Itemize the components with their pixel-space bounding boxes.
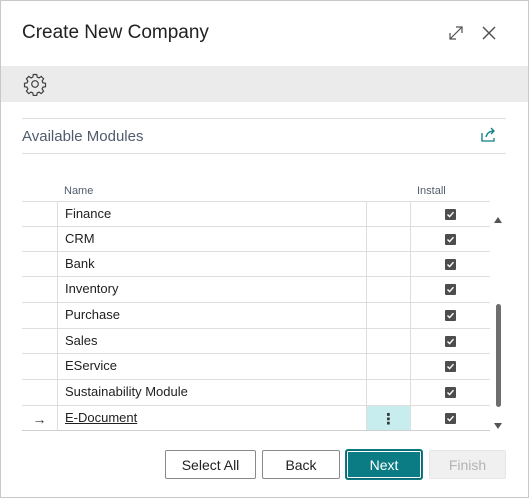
table-row[interactable]: Sustainability Module [22, 379, 490, 405]
finish-button[interactable]: Finish [429, 450, 506, 479]
select-all-button[interactable]: Select All [165, 450, 256, 479]
scrollbar-thumb[interactable] [496, 304, 501, 407]
row-marker [22, 202, 58, 227]
back-button[interactable]: Back [262, 450, 340, 479]
modules-grid: Finance CRM Bank Inventory Purchase Sale… [22, 201, 490, 431]
section-divider-bottom [22, 153, 506, 154]
module-name-cell[interactable]: Purchase [58, 303, 367, 328]
table-row[interactable]: Sales [22, 328, 490, 354]
row-menu-cell[interactable] [367, 202, 411, 227]
row-marker [22, 380, 58, 405]
install-cell[interactable] [411, 406, 490, 430]
install-checkbox[interactable] [445, 234, 456, 245]
module-name-cell[interactable]: E-Document [58, 406, 367, 430]
table-row[interactable]: EService [22, 353, 490, 379]
column-header-name[interactable]: Name [64, 185, 93, 197]
row-marker [22, 277, 58, 302]
install-cell[interactable] [411, 202, 490, 227]
table-row[interactable]: Finance [22, 201, 490, 227]
module-name-cell[interactable]: CRM [58, 227, 367, 252]
install-cell[interactable] [411, 354, 490, 379]
row-marker [22, 303, 58, 328]
module-name-cell[interactable]: Sales [58, 329, 367, 354]
module-name-cell[interactable]: Bank [58, 252, 367, 277]
section-divider-top [22, 118, 506, 119]
install-checkbox[interactable] [445, 284, 456, 295]
next-button[interactable]: Next [346, 450, 422, 479]
install-checkbox[interactable] [445, 361, 456, 372]
dialog-title: Create New Company [22, 22, 209, 43]
module-name: Sales [65, 333, 98, 348]
close-icon[interactable] [477, 21, 501, 45]
current-row-arrow-icon: → [22, 406, 58, 430]
row-menu-cell[interactable] [367, 329, 411, 354]
row-menu-cell[interactable] [367, 227, 411, 252]
module-name: CRM [65, 231, 95, 246]
action-bar [1, 66, 528, 102]
create-company-dialog: Create New Company Available Modules Nam… [0, 0, 529, 498]
install-cell[interactable] [411, 303, 490, 328]
table-row[interactable]: CRM [22, 226, 490, 252]
module-name-cell[interactable]: Finance [58, 202, 367, 227]
table-row[interactable]: Bank [22, 251, 490, 277]
module-name: Inventory [65, 281, 119, 296]
install-checkbox[interactable] [445, 413, 456, 424]
install-cell[interactable] [411, 277, 490, 302]
row-marker [22, 329, 58, 354]
row-menu-cell[interactable] [367, 277, 411, 302]
module-name: Finance [65, 206, 112, 221]
module-name: Bank [65, 256, 95, 271]
row-actions-menu-icon[interactable]: ⋮ [367, 406, 411, 430]
install-checkbox[interactable] [445, 387, 456, 398]
row-marker [22, 252, 58, 277]
expand-icon[interactable] [444, 21, 468, 45]
module-name-link[interactable]: E-Document [65, 410, 137, 425]
module-name-cell[interactable]: EService [58, 354, 367, 379]
module-name-cell[interactable]: Inventory [58, 277, 367, 302]
install-cell[interactable] [411, 227, 490, 252]
install-checkbox[interactable] [445, 336, 456, 347]
row-marker [22, 227, 58, 252]
share-icon[interactable] [479, 127, 499, 145]
module-name: EService [65, 358, 118, 373]
table-row[interactable]: Inventory [22, 276, 490, 302]
table-row-selected[interactable]: → E-Document ⋮ [22, 405, 490, 430]
install-checkbox[interactable] [445, 310, 456, 321]
row-menu-cell[interactable] [367, 380, 411, 405]
row-marker [22, 354, 58, 379]
module-name: Purchase [65, 307, 120, 322]
gear-icon[interactable] [23, 72, 47, 97]
install-checkbox[interactable] [445, 259, 456, 270]
row-menu-cell[interactable] [367, 303, 411, 328]
row-menu-cell[interactable] [367, 354, 411, 379]
install-cell[interactable] [411, 380, 490, 405]
module-name: Sustainability Module [65, 384, 188, 399]
scroll-down-icon[interactable] [493, 417, 503, 429]
module-name-cell[interactable]: Sustainability Module [58, 380, 367, 405]
column-header-install[interactable]: Install [417, 185, 446, 197]
section-title: Available Modules [22, 128, 144, 145]
table-row[interactable]: Purchase [22, 302, 490, 328]
scroll-up-icon[interactable] [493, 211, 503, 223]
install-checkbox[interactable] [445, 209, 456, 220]
install-cell[interactable] [411, 329, 490, 354]
row-menu-cell[interactable] [367, 252, 411, 277]
install-cell[interactable] [411, 252, 490, 277]
